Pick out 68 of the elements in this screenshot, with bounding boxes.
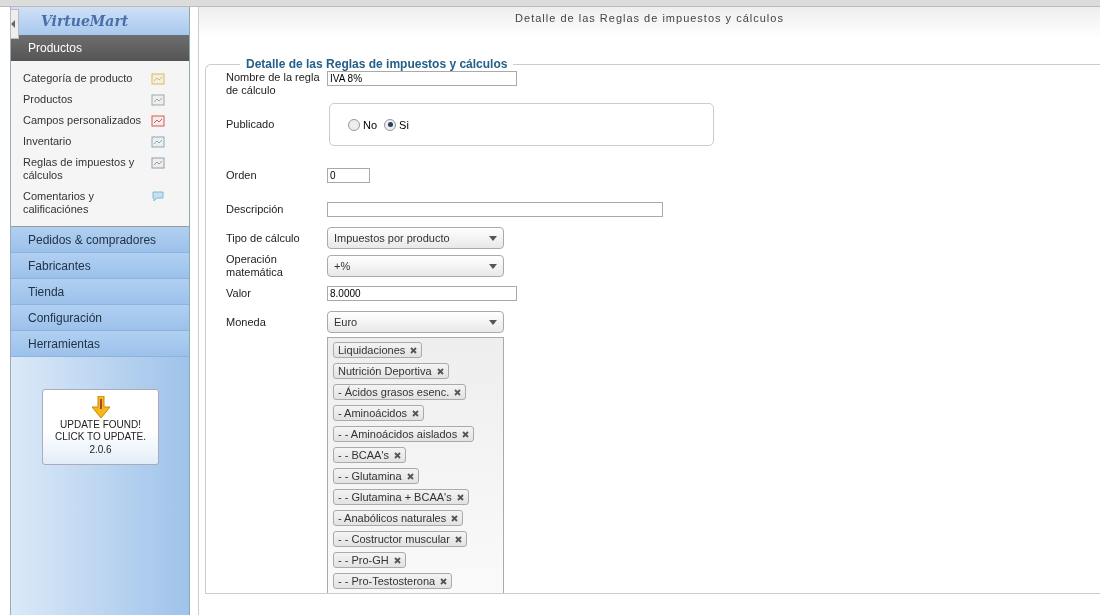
radio-button[interactable] xyxy=(348,118,360,131)
caret-icon xyxy=(489,235,497,241)
field-label: Valor xyxy=(226,286,252,300)
field-label: Operación matemática xyxy=(226,253,284,279)
remove-icon[interactable] xyxy=(406,472,414,480)
sidebar-menu-item[interactable]: Pedidos & compradores xyxy=(11,227,189,253)
category-tag: - - Glutamina + BCAA's xyxy=(333,489,469,505)
caret-icon xyxy=(489,319,497,325)
sidebar-item[interactable]: Reglas de impuestos y cálculos xyxy=(23,156,189,182)
text-field[interactable]: 0 xyxy=(327,167,370,183)
sidebar-item[interactable]: Inventario xyxy=(23,135,189,148)
remove-icon[interactable] xyxy=(412,409,420,417)
sidebar-item[interactable]: Comentarios y calificaciónes xyxy=(23,190,189,216)
category-tag: - - Glutamina xyxy=(333,468,419,484)
remove-icon[interactable] xyxy=(410,346,418,354)
field-label: Tipo de cálculo xyxy=(226,231,301,245)
sidebar-item[interactable]: Campos personalizados xyxy=(23,114,189,127)
remove-icon[interactable] xyxy=(394,451,401,459)
dropdown[interactable]: Euro xyxy=(327,311,504,333)
remove-icon[interactable] xyxy=(393,556,401,564)
category-tag: - - Costructor muscular xyxy=(333,531,467,547)
category-tag: - Anabólicos naturales xyxy=(333,510,464,526)
speech-bubble-icon xyxy=(151,190,165,203)
section-header[interactable]: Productos xyxy=(11,35,189,61)
update-button[interactable]: UPDATE FOUND! CLICK TO UPDATE. 2.0.6 xyxy=(42,389,159,465)
tag-list-field[interactable] xyxy=(327,337,504,593)
exclamation-arrow-icon xyxy=(89,396,112,418)
sidebar-menu-item[interactable]: Herramientas xyxy=(11,331,189,357)
remove-icon[interactable] xyxy=(436,367,444,375)
radio-label: No xyxy=(363,118,378,131)
text-field[interactable]: IVA 8% xyxy=(327,71,517,86)
radio-label: Si xyxy=(399,118,409,131)
logo: VirtueMart xyxy=(41,13,129,29)
field-label: Descripción xyxy=(226,202,285,216)
text-field[interactable] xyxy=(327,201,663,217)
remove-icon[interactable] xyxy=(456,493,464,501)
radio-button[interactable] xyxy=(384,118,397,131)
caret-icon xyxy=(11,20,16,28)
category-tag: - - Aminoácidos aislados xyxy=(333,426,475,442)
remove-icon[interactable] xyxy=(462,430,470,438)
text-field[interactable]: 8.0000 xyxy=(327,285,517,301)
field-label: Orden xyxy=(226,168,258,182)
sidebar-menu-item[interactable]: Configuración xyxy=(11,305,189,331)
caret-icon xyxy=(489,263,497,269)
category-tag: Liquidaciones xyxy=(333,342,423,358)
dropdown[interactable]: Impuestos por producto xyxy=(327,227,504,249)
sidebar-item[interactable]: Productos xyxy=(23,93,189,106)
sidebar-menu-item[interactable]: Fabricantes xyxy=(11,253,189,279)
chart-icon xyxy=(151,135,165,148)
sidebar-menu-item[interactable]: Tienda xyxy=(11,279,189,305)
category-tag: - Ácidos grasos esenc. xyxy=(333,384,467,400)
category-tag: - - Pro-Testosterona xyxy=(333,573,453,589)
category-tag: Nutrición Deportiva xyxy=(333,363,449,379)
category-tag: - Aminoácidos xyxy=(333,405,425,421)
remove-icon[interactable] xyxy=(451,514,459,522)
field-label: Nombre de la regla de cálculo xyxy=(226,71,321,97)
page-title: Detalle de las Reglas de impuestos y cálculos xyxy=(515,12,784,26)
category-tag: - - Pro-GH xyxy=(333,552,406,568)
field-label: Publicado xyxy=(226,118,276,131)
remove-icon[interactable] xyxy=(454,388,462,396)
collapse-handle[interactable] xyxy=(10,9,19,39)
dropdown[interactable]: +% xyxy=(327,255,504,277)
field-label: Moneda xyxy=(226,315,267,329)
remove-icon[interactable] xyxy=(440,577,448,585)
sidebar-item[interactable]: Categoría de producto xyxy=(23,72,189,85)
remove-icon[interactable] xyxy=(454,535,462,543)
section-title: Detalle de las Reglas de impuestos y cálculos xyxy=(245,57,509,71)
category-tag: - - BCAA's xyxy=(333,447,406,463)
